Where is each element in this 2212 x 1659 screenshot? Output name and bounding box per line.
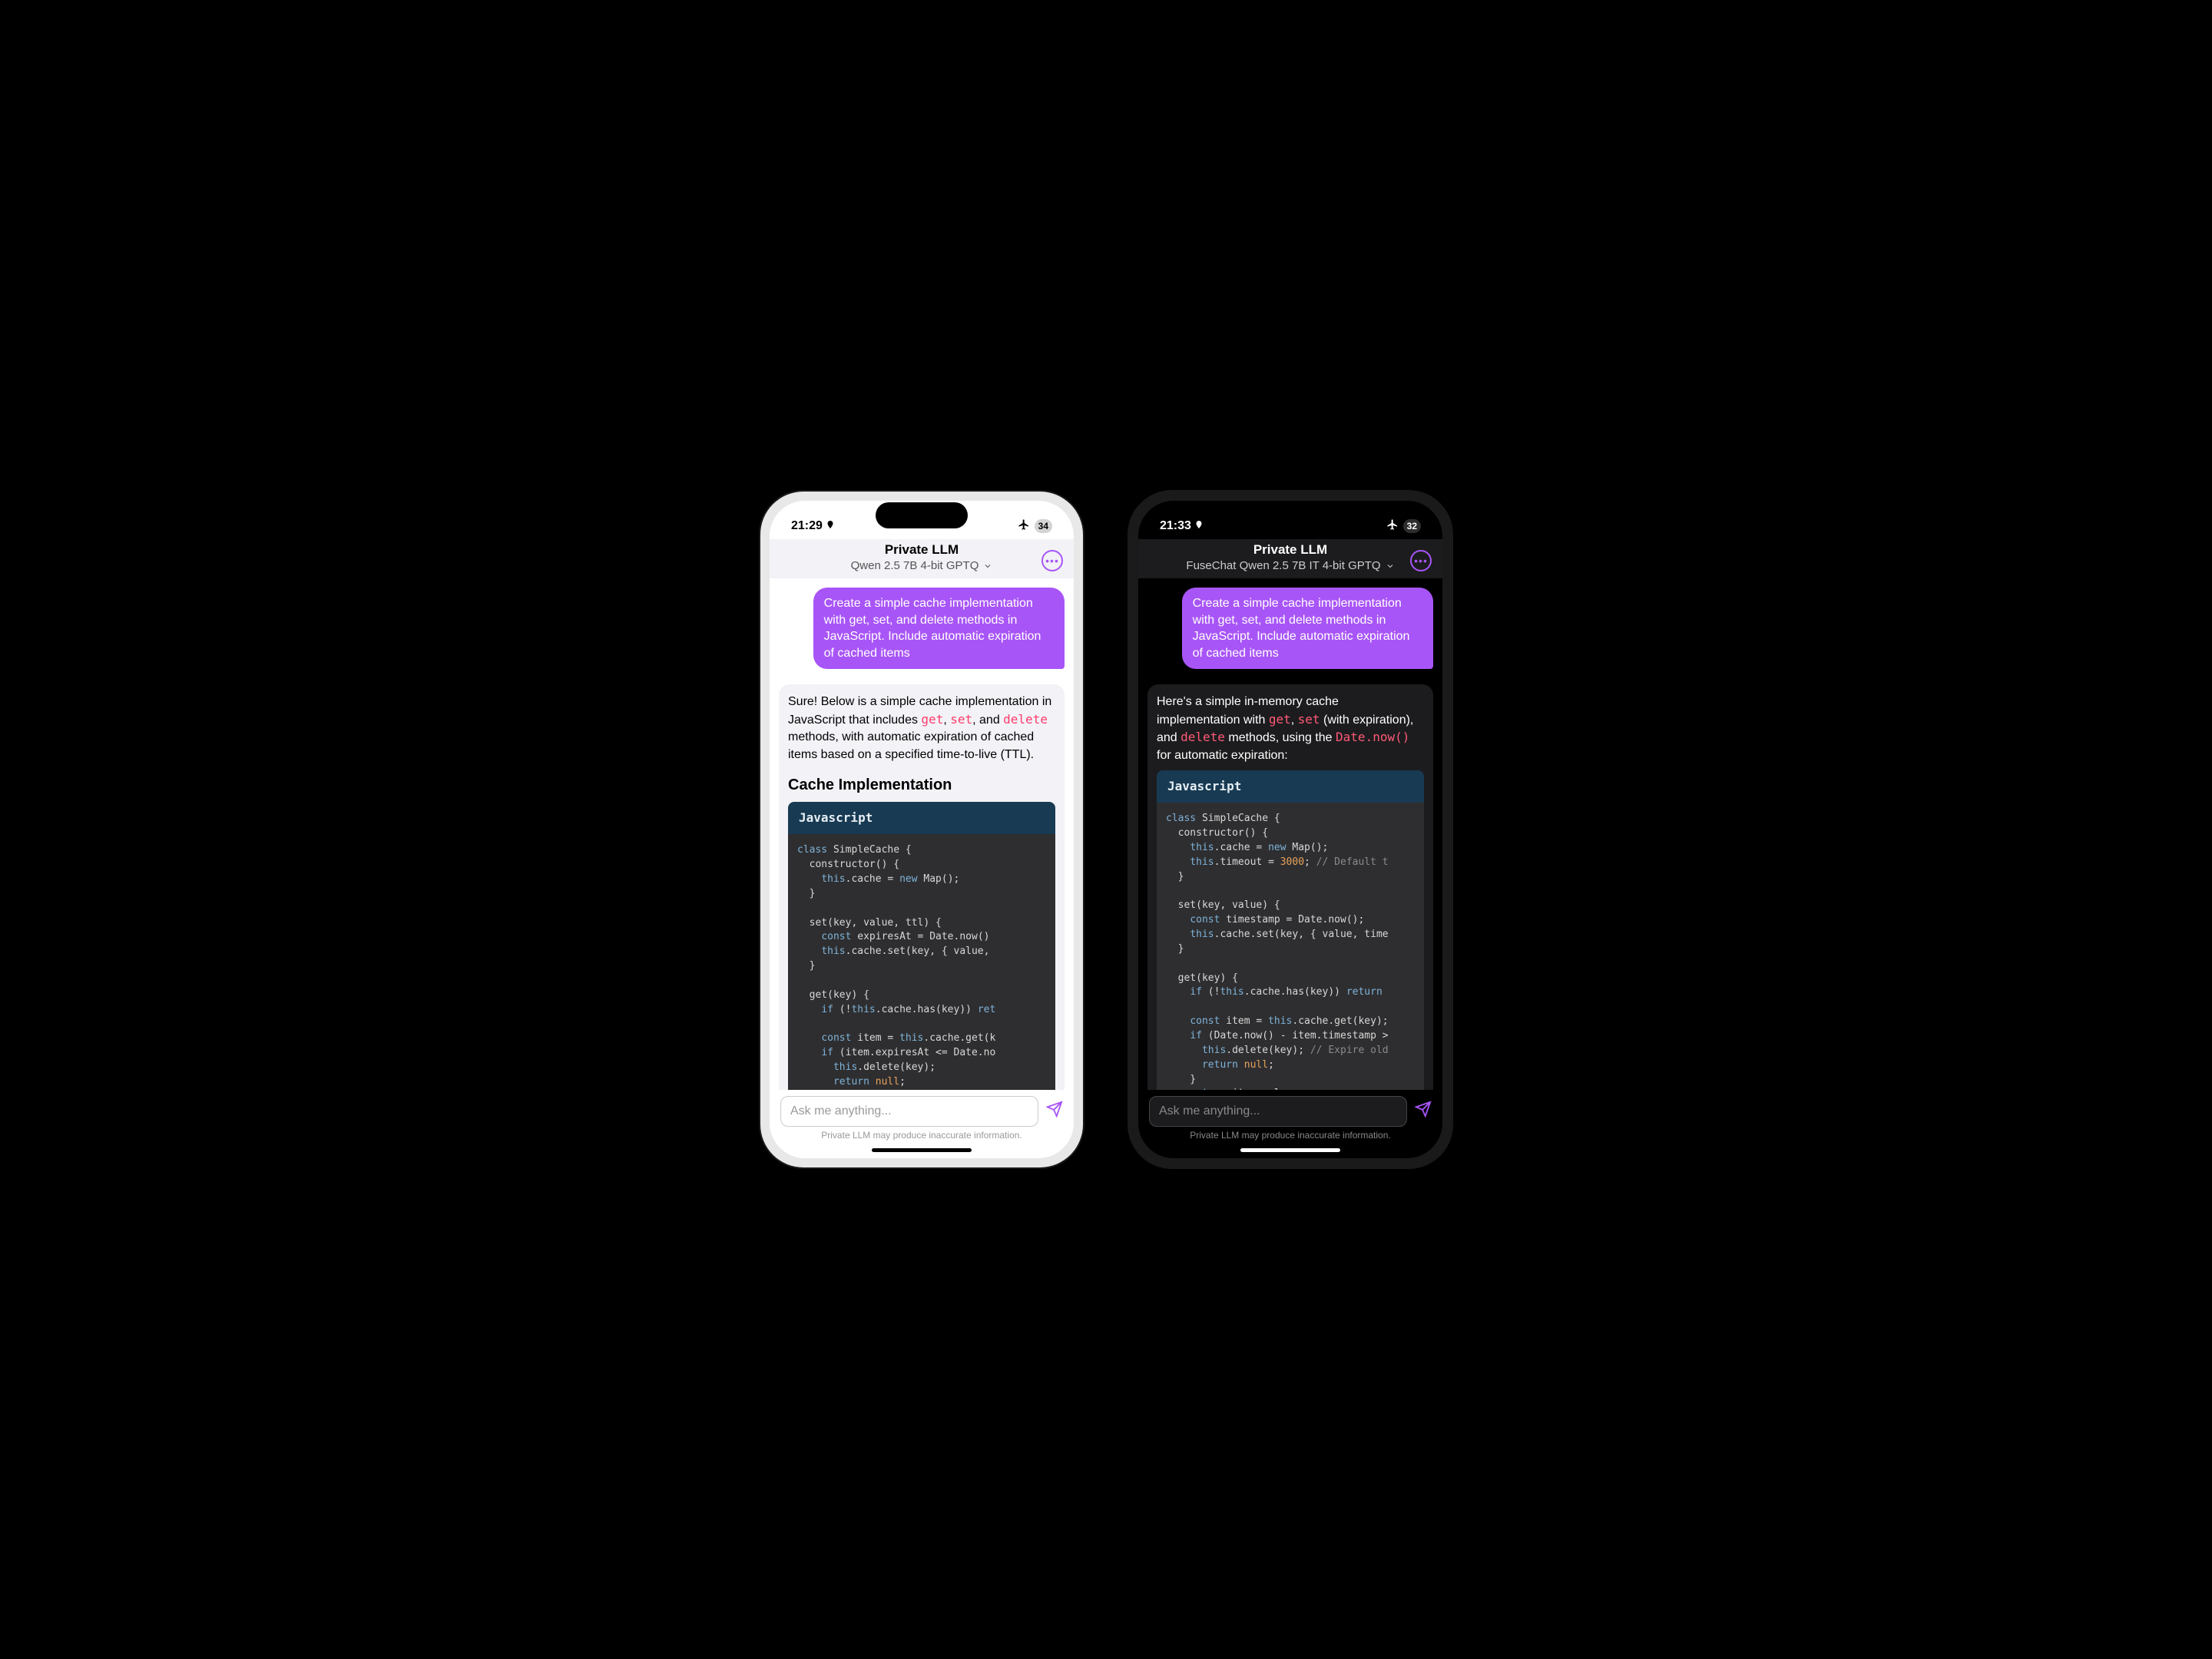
input-bar: Ask me anything... (770, 1090, 1074, 1128)
location-icon (1194, 519, 1204, 533)
status-time: 21:29 (791, 519, 823, 533)
ellipsis-icon: ••• (1045, 555, 1059, 567)
app-title: Private LLM (1147, 542, 1433, 558)
model-name: FuseChat Qwen 2.5 7B IT 4-bit GPTQ (1186, 559, 1380, 572)
assistant-intro: Sure! Below is a simple cache implementa… (788, 694, 1055, 763)
assistant-message: Sure! Below is a simple cache implementa… (779, 684, 1065, 1090)
app-header: Private LLM FuseChat Qwen 2.5 7B IT 4-bi… (1138, 539, 1442, 578)
battery-indicator: 32 (1403, 519, 1421, 533)
model-selector[interactable]: FuseChat Qwen 2.5 7B IT 4-bit GPTQ (1147, 559, 1433, 572)
dynamic-island (876, 502, 968, 528)
status-left: 21:29 (791, 519, 835, 533)
app-header: Private LLM Qwen 2.5 7B 4-bit GPTQ ••• (770, 539, 1074, 578)
chat-area[interactable]: Create a simple cache implementation wit… (1138, 578, 1442, 1090)
airplane-icon (1386, 518, 1399, 535)
user-message: Create a simple cache implementation wit… (813, 588, 1065, 669)
more-button[interactable]: ••• (1041, 550, 1063, 571)
screen: 21:29 34 Private LLM Qwen 2.5 7B 4-bit G… (770, 501, 1074, 1158)
location-icon (826, 519, 835, 533)
send-button[interactable] (1046, 1101, 1063, 1122)
home-indicator[interactable] (872, 1148, 972, 1152)
input-bar: Ask me anything... (1138, 1090, 1442, 1128)
battery-indicator: 34 (1035, 519, 1052, 533)
assistant-intro: Here's a simple in-memory cache implemen… (1157, 694, 1424, 764)
code-block: Javascript class SimpleCache { construct… (1157, 770, 1424, 1090)
section-title: Cache Implementation (788, 774, 1055, 796)
disclaimer: Private LLM may produce inaccurate infor… (1138, 1128, 1442, 1145)
chat-area[interactable]: Create a simple cache implementation wit… (770, 578, 1074, 1090)
code-body[interactable]: class SimpleCache { constructor() { this… (1157, 803, 1424, 1090)
screen: 21:33 32 Private LLM FuseChat Qwen 2.5 7… (1138, 501, 1442, 1158)
code-language-label: Javascript (1157, 770, 1424, 803)
ellipsis-icon: ••• (1414, 555, 1428, 567)
assistant-message: Here's a simple in-memory cache implemen… (1147, 684, 1433, 1090)
more-button[interactable]: ••• (1410, 550, 1432, 571)
chevron-down-icon (1386, 561, 1395, 571)
model-name: Qwen 2.5 7B 4-bit GPTQ (851, 559, 979, 572)
code-body[interactable]: class SimpleCache { constructor() { this… (788, 834, 1055, 1090)
send-button[interactable] (1415, 1101, 1432, 1122)
battery-percent: 32 (1407, 521, 1417, 531)
model-selector[interactable]: Qwen 2.5 7B 4-bit GPTQ (779, 559, 1065, 572)
code-language-label: Javascript (788, 802, 1055, 834)
message-input[interactable]: Ask me anything... (1149, 1096, 1407, 1127)
phone-light: 21:29 34 Private LLM Qwen 2.5 7B 4-bit G… (760, 492, 1083, 1167)
message-input[interactable]: Ask me anything... (780, 1096, 1038, 1127)
app-title: Private LLM (779, 542, 1065, 558)
dynamic-island (1244, 502, 1336, 528)
battery-percent: 34 (1038, 521, 1048, 531)
status-left: 21:33 (1160, 519, 1204, 533)
chevron-down-icon (983, 561, 992, 571)
disclaimer: Private LLM may produce inaccurate infor… (770, 1128, 1074, 1145)
status-right: 32 (1386, 518, 1421, 535)
user-message: Create a simple cache implementation wit… (1182, 588, 1433, 669)
status-right: 34 (1018, 518, 1052, 535)
airplane-icon (1018, 518, 1030, 535)
status-time: 21:33 (1160, 519, 1191, 533)
home-indicator[interactable] (1240, 1148, 1340, 1152)
phone-dark: 21:33 32 Private LLM FuseChat Qwen 2.5 7… (1129, 492, 1452, 1167)
code-block: Javascript class SimpleCache { construct… (788, 802, 1055, 1090)
